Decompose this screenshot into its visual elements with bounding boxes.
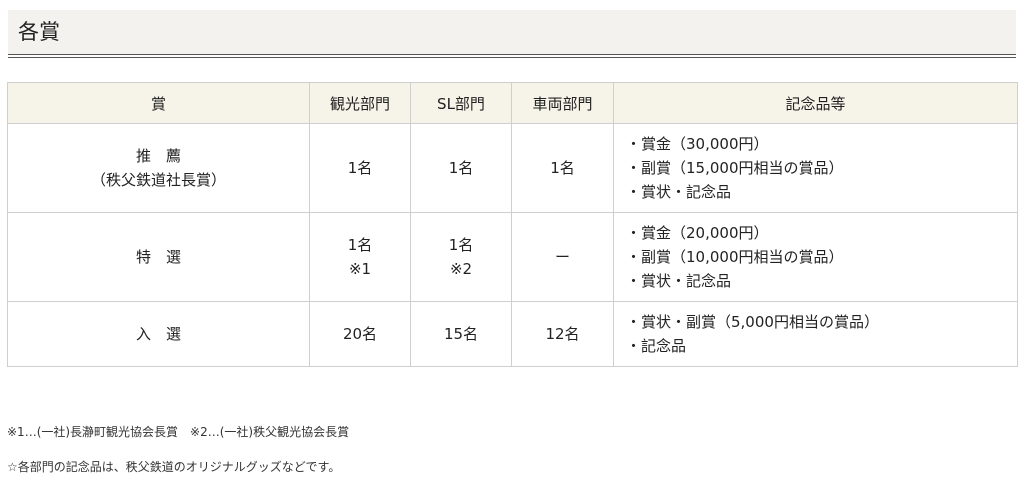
award-name: 特 選: [135, 248, 181, 266]
prize-item: ・副賞（15,000円相当の賞品）: [626, 159, 844, 177]
award-cell: 特 選: [7, 212, 310, 302]
header-vehicle: 車両部門: [511, 82, 614, 124]
award-cell: 推 薦 （秩父鉄道社長賞）: [7, 123, 310, 213]
sl-cell: 1名: [410, 123, 512, 213]
prize-cell: ・賞金（30,000円） ・副賞（15,000円相当の賞品） ・賞状・記念品: [613, 123, 1018, 213]
prize-item: ・副賞（10,000円相当の賞品）: [626, 248, 844, 266]
vehicle-cell: 12名: [511, 301, 614, 367]
vehicle-cell: ー: [511, 212, 614, 302]
tourism-cell: 20名: [309, 301, 411, 367]
vehicle-count: ー: [554, 248, 570, 266]
header-award: 賞: [7, 82, 310, 124]
table-row: 特 選 1名 ※1 1名 ※2 ー ・賞金（20,000円） ・副賞（10,00…: [7, 212, 1018, 302]
prize-item: ・賞状・記念品: [626, 183, 732, 201]
award-name: 推 薦: [135, 147, 181, 165]
tourism-cell: 1名: [309, 123, 411, 213]
vehicle-count: 1名: [550, 159, 575, 177]
header-sl: SL部門: [410, 82, 512, 124]
footnote-souvenir-note: ☆各部門の記念品は、秩父鉄道のオリジナルグッズなどです。: [7, 460, 341, 474]
table-row: 入 選 20名 15名 12名 ・賞状・副賞（5,000円相当の賞品） ・記念品: [7, 301, 1018, 367]
sl-note: ※2: [449, 260, 473, 278]
header-tourism: 観光部門: [309, 82, 411, 124]
vehicle-count: 12名: [545, 325, 580, 343]
award-cell: 入 選: [7, 301, 310, 367]
footnotes: ※1…(一社)長瀞町観光協会長賞 ※2…(一社)秩父観光協会長賞 ☆各部門の記念…: [7, 424, 349, 479]
tourism-cell: 1名 ※1: [309, 212, 411, 302]
vehicle-cell: 1名: [511, 123, 614, 213]
page: 各賞 賞 観光部門 SL部門 車両部門 記念品等 推 薦 （秩父鉄道社長賞） 1…: [0, 0, 1024, 479]
tourism-count: 1名: [347, 236, 373, 254]
tourism-count: 1名: [347, 159, 373, 177]
table-row: 推 薦 （秩父鉄道社長賞） 1名 1名 1名 ・賞金（30,000円） ・副賞（…: [7, 123, 1018, 213]
sl-count: 1名: [448, 159, 474, 177]
section-header: 各賞: [8, 10, 1016, 58]
tourism-note: ※1: [348, 260, 372, 278]
prize-item: ・賞状・副賞（5,000円相当の賞品）: [626, 313, 879, 331]
prize-cell: ・賞金（20,000円） ・副賞（10,000円相当の賞品） ・賞状・記念品: [613, 212, 1018, 302]
prize-item: ・賞金（20,000円）: [626, 224, 769, 242]
sl-count: 1名: [448, 236, 474, 254]
award-subtitle: （秩父鉄道社長賞）: [90, 171, 226, 189]
sl-cell: 15名: [410, 301, 512, 367]
prize-item: ・賞金（30,000円）: [626, 135, 769, 153]
section-title: 各賞: [18, 20, 60, 44]
footnote-award-notes: ※1…(一社)長瀞町観光協会長賞 ※2…(一社)秩父観光協会長賞: [7, 425, 350, 439]
tourism-count: 20名: [342, 325, 378, 343]
prize-item: ・記念品: [626, 337, 687, 355]
award-name: 入 選: [135, 325, 181, 343]
table-header-row: 賞 観光部門 SL部門 車両部門 記念品等: [7, 82, 1018, 124]
sl-cell: 1名 ※2: [410, 212, 512, 302]
prize-item: ・賞状・記念品: [626, 272, 732, 290]
sl-count: 15名: [443, 325, 479, 343]
prize-cell: ・賞状・副賞（5,000円相当の賞品） ・記念品: [613, 301, 1018, 367]
awards-table: 賞 観光部門 SL部門 車両部門 記念品等 推 薦 （秩父鉄道社長賞） 1名 1…: [7, 82, 1018, 367]
header-prizes: 記念品等: [613, 82, 1018, 124]
